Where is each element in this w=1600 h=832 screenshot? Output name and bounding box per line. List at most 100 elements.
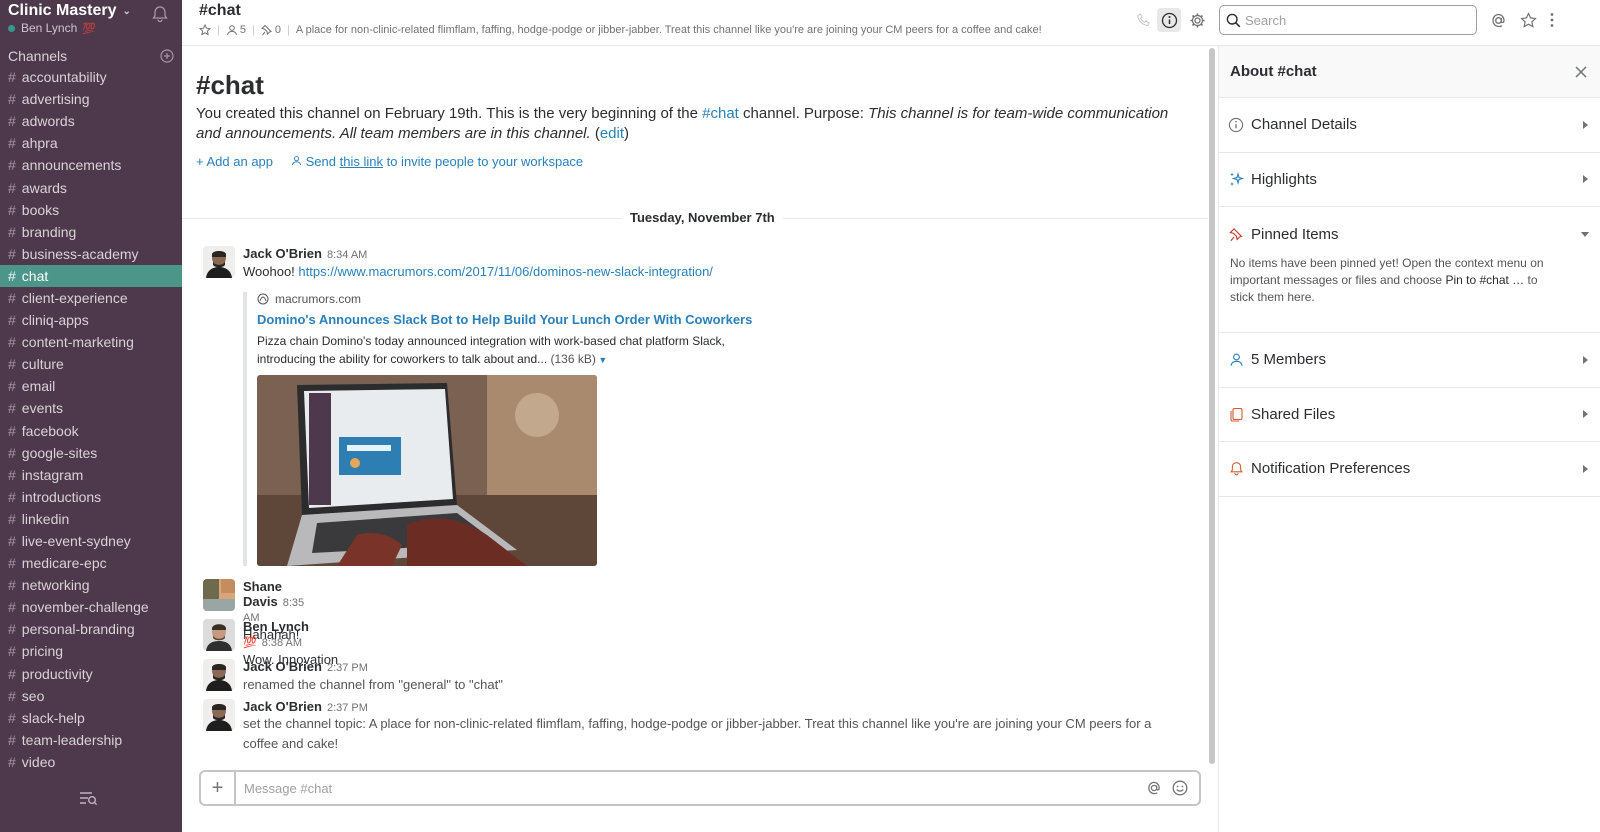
search-input[interactable]: [1245, 12, 1465, 28]
channel-title[interactable]: #chat: [199, 2, 241, 20]
hash-icon: #: [8, 709, 16, 726]
message-author[interactable]: Jack O'Brien: [243, 246, 322, 261]
hash-icon: #: [8, 687, 16, 704]
avatar[interactable]: [203, 699, 235, 731]
sidebar-item-label: slack-help: [21, 709, 85, 726]
sidebar-item-pricing[interactable]: # pricing: [0, 640, 182, 662]
sidebar-item-client-experience[interactable]: # client-experience: [0, 287, 182, 309]
message-composer[interactable]: +: [199, 770, 1201, 806]
emoji-icon[interactable]: [1169, 777, 1191, 799]
section-members[interactable]: 5 Members: [1219, 333, 1600, 388]
link-unfurl[interactable]: macrumors.com Domino's Announces Slack B…: [243, 292, 763, 566]
message-timestamp[interactable]: 2:37 PM: [327, 702, 368, 714]
info-icon[interactable]: [1157, 8, 1181, 32]
sidebar-item-linkedin[interactable]: # linkedin: [0, 508, 182, 530]
sidebar-item-medicare-epc[interactable]: # medicare-epc: [0, 552, 182, 574]
avatar[interactable]: [203, 659, 235, 691]
message-author[interactable]: Ben Lynch: [243, 619, 309, 634]
sidebar-item-november-challenge[interactable]: # november-challenge: [0, 596, 182, 618]
sidebar-item-culture[interactable]: # culture: [0, 353, 182, 375]
more-vertical-icon[interactable]: [1540, 8, 1564, 32]
sidebar-item-networking[interactable]: # networking: [0, 574, 182, 596]
sidebar-item-seo[interactable]: # seo: [0, 685, 182, 707]
sidebar-item-awards[interactable]: # awards: [0, 176, 182, 198]
star-icon[interactable]: [199, 24, 211, 36]
hash-icon: #: [8, 400, 16, 417]
sidebar-item-instagram[interactable]: # instagram: [0, 464, 182, 486]
sidebar-item-label: pricing: [21, 643, 64, 660]
hash-icon: #: [8, 179, 16, 196]
sidebar-item-live-event-sydney[interactable]: # live-event-sydney: [0, 530, 182, 552]
phone-icon[interactable]: [1132, 8, 1156, 32]
star-items-icon[interactable]: [1516, 8, 1540, 32]
section-notification-preferences[interactable]: Notification Preferences: [1219, 442, 1600, 497]
sidebar-item-advertising[interactable]: # advertising: [0, 88, 182, 110]
sidebar-item-content-marketing[interactable]: # content-marketing: [0, 331, 182, 353]
sidebar-item-team-leadership[interactable]: # team-leadership: [0, 729, 182, 751]
message-author[interactable]: Jack O'Brien: [243, 659, 322, 674]
message-author[interactable]: Jack O'Brien: [243, 699, 322, 714]
message-input[interactable]: [236, 780, 1143, 796]
pinned-empty-text: No items have been pinned yet! Open the …: [1230, 256, 1544, 304]
sidebar-item-branding[interactable]: # branding: [0, 221, 182, 243]
gear-icon[interactable]: [1185, 8, 1209, 32]
mention-icon[interactable]: [1143, 777, 1165, 799]
sidebar-item-chat[interactable]: # chat: [0, 264, 182, 287]
sidebar-item-label: instagram: [21, 466, 84, 483]
unfurl-size: (136 kB): [550, 352, 596, 366]
caret-down-icon[interactable]: ▼: [596, 355, 607, 365]
add-app-button[interactable]: + Add an app: [196, 154, 273, 169]
unfurl-title[interactable]: Domino's Announces Slack Bot to Help Bui…: [257, 312, 763, 327]
mentions-icon[interactable]: [1486, 8, 1510, 32]
avatar[interactable]: [203, 246, 235, 278]
message-author[interactable]: Shane Davis: [243, 579, 282, 609]
message-scrollbar[interactable]: [1208, 46, 1216, 766]
intro-title: #chat: [196, 70, 264, 100]
search-box[interactable]: [1219, 5, 1477, 35]
sidebar-item-video[interactable]: # video: [0, 751, 182, 773]
bell-icon[interactable]: [151, 5, 169, 23]
avatar[interactable]: [203, 619, 235, 651]
close-icon[interactable]: [1574, 65, 1588, 79]
message-timestamp[interactable]: 8:38 AM: [262, 637, 302, 649]
sidebar-item-announcements[interactable]: # announcements: [0, 154, 182, 176]
edit-purpose-link[interactable]: edit: [600, 125, 624, 142]
sidebar-item-introductions[interactable]: # introductions: [0, 486, 182, 508]
member-count[interactable]: 5: [226, 24, 246, 36]
avatar[interactable]: [203, 579, 235, 611]
channel-link[interactable]: #chat: [702, 105, 739, 122]
sidebar-item-business-academy[interactable]: # business-academy: [0, 243, 182, 265]
message-timestamp[interactable]: 8:34 AM: [327, 249, 367, 261]
channels-header[interactable]: Channels: [8, 46, 174, 66]
message-timestamp[interactable]: 2:37 PM: [327, 662, 368, 674]
sidebar-item-productivity[interactable]: # productivity: [0, 663, 182, 685]
message-link[interactable]: https://www.macrumors.com/2017/11/06/dom…: [298, 264, 713, 279]
channel-topic[interactable]: A place for non-clinic-related flimflam,…: [296, 24, 1042, 36]
current-user[interactable]: Ben Lynch 💯: [8, 21, 178, 35]
sidebar-item-books[interactable]: # books: [0, 199, 182, 221]
sidebar-item-email[interactable]: # email: [0, 375, 182, 397]
sidebar-item-facebook[interactable]: # facebook: [0, 420, 182, 442]
sidebar-item-label: events: [21, 400, 64, 417]
sidebar-item-google-sites[interactable]: # google-sites: [0, 442, 182, 464]
pin-count[interactable]: 0: [260, 24, 281, 36]
invite-link[interactable]: this link: [340, 154, 383, 169]
person-icon: [1227, 351, 1245, 369]
unfurl-image[interactable]: [257, 375, 597, 566]
section-channel-details[interactable]: Channel Details: [1219, 98, 1600, 153]
attach-plus-button[interactable]: +: [201, 772, 236, 804]
section-shared-files[interactable]: Shared Files: [1219, 388, 1600, 442]
sidebar-item-accountability[interactable]: # accountability: [0, 66, 182, 88]
sidebar-item-ahpra[interactable]: # ahpra: [0, 132, 182, 154]
sidebar-item-cliniq-apps[interactable]: # cliniq-apps: [0, 309, 182, 331]
sidebar-item-adwords[interactable]: # adwords: [0, 110, 182, 132]
section-highlights[interactable]: Highlights: [1219, 153, 1600, 207]
hash-icon: #: [8, 113, 16, 130]
invite-people-button[interactable]: Send this link to invite people to your …: [291, 154, 583, 169]
add-channel-icon[interactable]: [160, 49, 174, 63]
pinned-items-toggle[interactable]: Pinned Items: [1219, 207, 1600, 261]
sidebar-item-events[interactable]: # events: [0, 397, 182, 419]
sidebar-item-personal-branding[interactable]: # personal-branding: [0, 618, 182, 640]
quick-switcher-icon[interactable]: [78, 790, 98, 806]
sidebar-item-slack-help[interactable]: # slack-help: [0, 707, 182, 729]
